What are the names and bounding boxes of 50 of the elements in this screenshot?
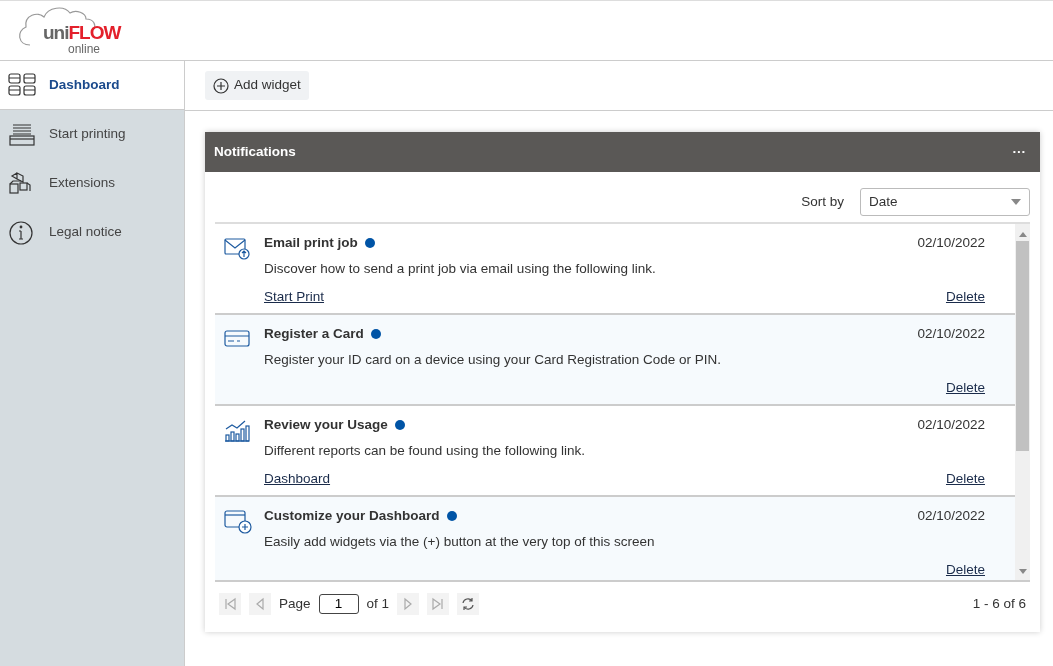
- notification-link[interactable]: Start Print: [264, 286, 325, 307]
- sidebar-item[interactable]: Dashboard: [0, 61, 184, 110]
- sidebar-item[interactable]: Start printing: [0, 110, 184, 159]
- next-page-button[interactable]: [397, 593, 420, 615]
- delete-link[interactable]: Delete: [945, 377, 985, 398]
- notification-date: 02/10/2022: [917, 234, 985, 252]
- sidebar-item[interactable]: Legal notice: [0, 208, 184, 257]
- page-input[interactable]: 1: [318, 594, 359, 614]
- sidebar-item[interactable]: Extensions: [0, 159, 184, 208]
- notification-date: 02/10/2022: [917, 416, 985, 434]
- page-label: Page: [279, 594, 311, 613]
- pager-summary: 1 - 6 of 6: [972, 594, 1026, 613]
- notification-text: Register your ID card on a device using your Card Registration Code or PIN.: [264, 351, 722, 370]
- first-page-icon: [223, 597, 237, 611]
- delete-link[interactable]: Delete: [945, 559, 985, 580]
- notification-title: Review your Usage: [264, 416, 388, 434]
- scroll-down-icon: [1018, 569, 1027, 574]
- last-page-button[interactable]: [427, 593, 450, 615]
- caret-icon: [1011, 199, 1021, 205]
- notification-date: 02/10/2022: [917, 507, 985, 525]
- page-count: of 1: [366, 594, 390, 613]
- logo-text: uniFLOW: [43, 20, 121, 44]
- refresh-icon: [461, 597, 476, 611]
- notification-text: Easily add widgets via the (+) button at the very top of this screen: [264, 533, 656, 552]
- grid-icon: [7, 72, 37, 98]
- delete-link[interactable]: Delete: [945, 468, 985, 489]
- notification-text: Different reports can be found using the following link.: [264, 442, 586, 461]
- panel-title: Notifications: [214, 142, 296, 161]
- last-page-icon: [431, 597, 446, 611]
- add-widget-button[interactable]: Add widget: [205, 71, 309, 100]
- sort-label: Sort by: [801, 192, 844, 211]
- scrollbar[interactable]: [1015, 224, 1030, 580]
- logo-subtitle: online: [68, 42, 101, 55]
- notification-title: Email print job: [264, 234, 358, 252]
- delete-link[interactable]: Delete: [945, 286, 985, 307]
- notification-link[interactable]: Dashboard: [264, 468, 331, 489]
- previous-page-button[interactable]: [249, 593, 271, 615]
- notification-date: 02/10/2022: [917, 325, 985, 343]
- sort-dropdown[interactable]: Date: [860, 188, 1030, 216]
- window-plus-icon: [223, 508, 252, 536]
- more-menu[interactable]: ···: [1012, 141, 1026, 163]
- refresh-button[interactable]: [457, 593, 480, 615]
- notification-title: Customize your Dashboard: [264, 507, 440, 525]
- notification-title: Register a Card: [264, 325, 364, 343]
- scroll-up-icon: [1018, 232, 1027, 237]
- envelope-icon: [223, 235, 252, 263]
- plus-icon: [213, 77, 229, 94]
- tray-icon: [7, 121, 37, 148]
- notification-text: Discover how to send a print job via email using the following link.: [264, 260, 657, 279]
- first-page-button[interactable]: [219, 593, 241, 615]
